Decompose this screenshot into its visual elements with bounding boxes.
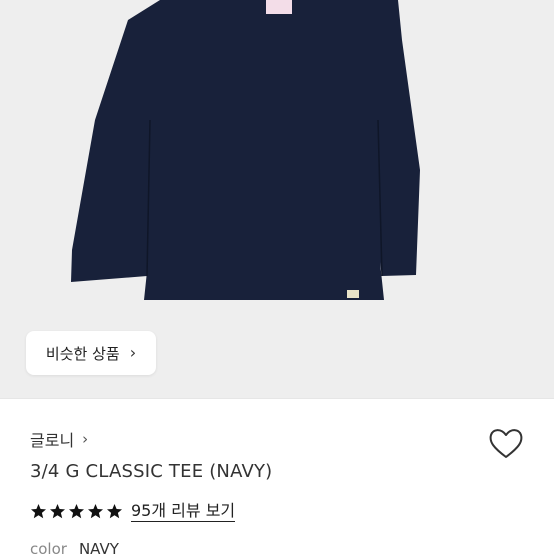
star-icon bbox=[107, 503, 122, 518]
chevron-right-icon: › bbox=[82, 430, 89, 448]
product-image[interactable]: 비슷한 상품 › bbox=[0, 0, 554, 398]
chevron-right-icon: › bbox=[129, 343, 137, 362]
similar-products-button[interactable]: 비슷한 상품 › bbox=[26, 331, 156, 375]
divider bbox=[0, 398, 554, 399]
shirt-tag bbox=[347, 290, 359, 298]
star-icon bbox=[31, 503, 46, 518]
product-title: 3/4 G CLASSIC TEE (NAVY) bbox=[30, 461, 273, 482]
heart-icon[interactable] bbox=[486, 424, 526, 464]
color-label: color bbox=[30, 540, 67, 558]
review-link[interactable]: 95개 리뷰 보기 bbox=[131, 501, 236, 522]
color-option: color NAVY bbox=[30, 540, 119, 558]
neck-label bbox=[266, 0, 292, 14]
brand-name: 글로니 bbox=[30, 431, 75, 450]
star-icon bbox=[50, 503, 65, 518]
star-rating bbox=[30, 503, 123, 520]
brand-link[interactable]: 글로니 › bbox=[30, 428, 88, 450]
rating-row: 95개 리뷰 보기 bbox=[30, 499, 236, 523]
similar-products-label: 비슷한 상품 bbox=[45, 344, 120, 363]
star-icon bbox=[88, 503, 103, 518]
color-value: NAVY bbox=[78, 540, 119, 558]
star-icon bbox=[69, 503, 84, 518]
